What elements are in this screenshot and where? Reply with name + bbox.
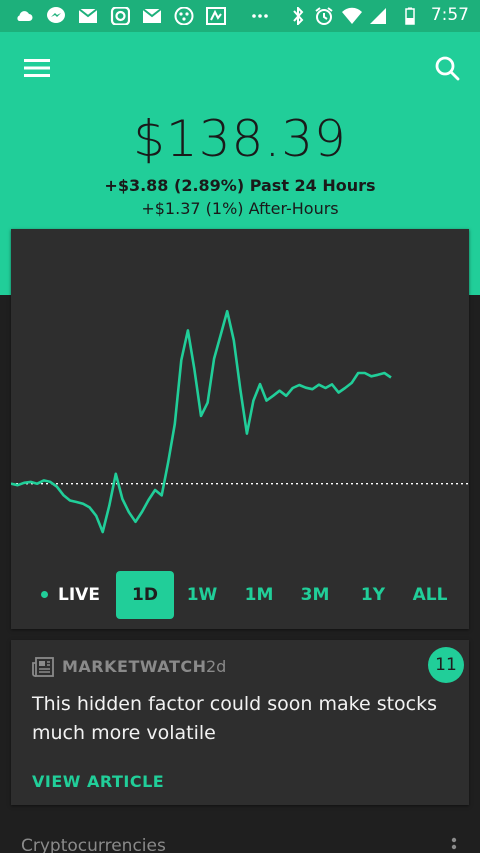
alarm-icon [315,7,333,25]
news-card[interactable]: MARKETWATCH 2d This hidden factor could … [11,640,469,805]
news-age: 2d [206,657,227,676]
range-3m[interactable]: 3M [290,571,340,619]
live-label[interactable]: LIVE [58,571,100,619]
news-count-badge[interactable]: 11 [428,647,464,683]
range-1w[interactable]: 1W [177,571,227,619]
news-title[interactable]: This hidden factor could soon make stock… [32,690,442,748]
menu-icon[interactable] [24,58,50,78]
range-1y[interactable]: 1Y [348,571,398,619]
mail-icon [78,8,98,23]
view-article-button[interactable]: VIEW ARTICLE [32,772,164,791]
wifi-icon [342,7,362,24]
news-source: MARKETWATCH [62,657,207,676]
range-1m[interactable]: 1M [234,571,284,619]
range-selector: LIVE 1D 1W 1M 3M 1Y ALL [11,571,469,619]
price-change: +$3.88 (2.89%) Past 24 Hours [104,176,376,195]
range-all[interactable]: ALL [403,571,457,619]
section-title: Cryptocurrencies [21,836,166,853]
overflow-menu-icon[interactable] [450,837,458,853]
instagram-icon [110,7,130,25]
bluetooth-icon [293,7,304,25]
mail-icon [142,8,162,23]
after-hours-change: +$1.37 (1%) After-Hours [141,199,339,218]
status-bar: 7:57 [0,0,480,32]
more-notifications-icon [252,14,268,18]
signal-icon [370,8,386,24]
live-dot-icon [41,591,48,598]
clock: 7:57 [430,5,469,25]
range-1d[interactable]: 1D [116,571,174,619]
chart-card: LIVE 1D 1W 1M 3M 1Y ALL [11,229,469,629]
price-series-line [11,309,392,534]
battery-icon [405,7,415,25]
app2-icon [206,7,226,25]
newspaper-icon [32,657,54,677]
cloud-icon [17,11,33,21]
price-chart[interactable] [11,229,469,569]
messenger-icon [47,7,65,23]
app-icon [174,7,194,25]
stock-price: $138.39 [133,110,347,168]
search-icon[interactable] [434,55,460,81]
